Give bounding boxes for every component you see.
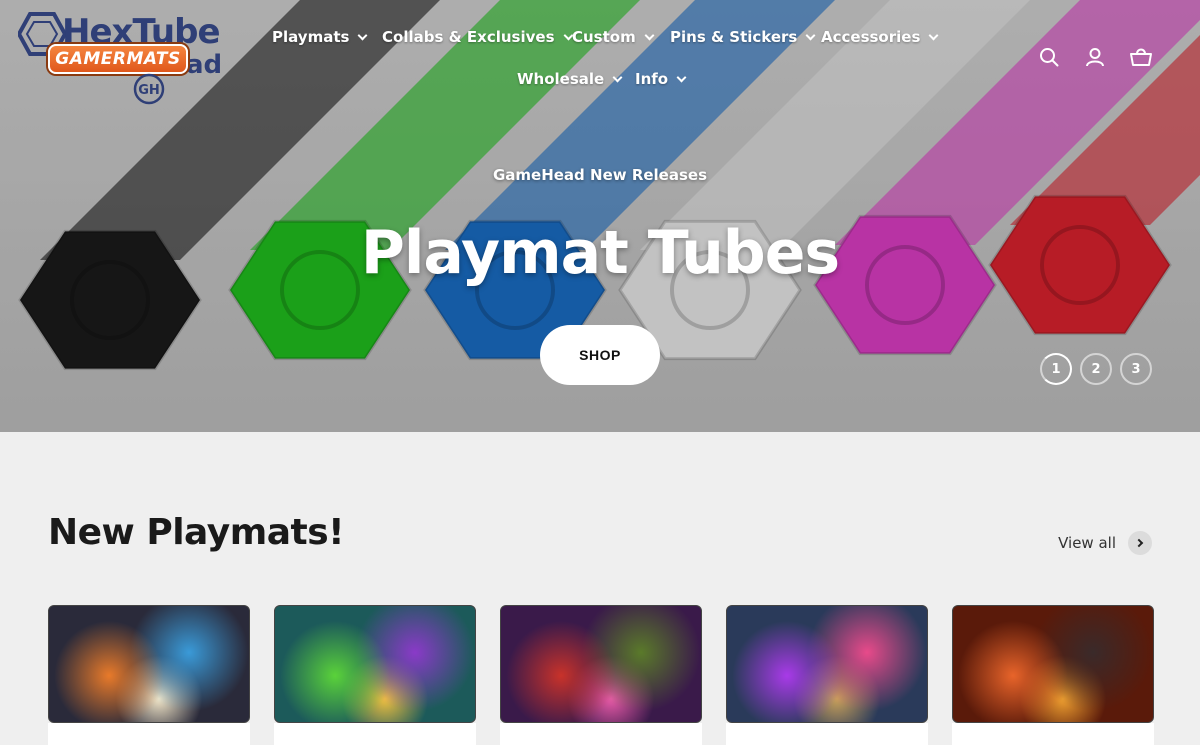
slide-dot-3[interactable]: 3 (1120, 353, 1152, 385)
section-title: New Playmats! (48, 512, 345, 553)
nav-label: Playmats (272, 28, 350, 46)
product-card-footer (726, 723, 928, 745)
shop-button[interactable]: SHOP (540, 325, 660, 385)
chevron-down-icon (928, 30, 939, 40)
nav-label: Wholesale (517, 70, 605, 88)
hero-title: Playmat Tubes (360, 218, 840, 288)
view-all-link[interactable]: View all (1058, 531, 1152, 555)
slide-dot-1[interactable]: 1 (1040, 353, 1072, 385)
search-icon[interactable] (1038, 46, 1060, 68)
product-image[interactable] (500, 605, 702, 723)
nav-item-wholesale[interactable]: Wholesale (517, 67, 623, 91)
product-image[interactable] (274, 605, 476, 723)
nav-label: Collabs & Exclusives (382, 28, 555, 46)
product-card-footer (500, 723, 702, 745)
chevron-down-icon (612, 72, 623, 82)
arrow-right-icon (1128, 531, 1152, 555)
product-card-footer (274, 723, 476, 745)
hero-subtitle: GameHead New Releases (492, 166, 708, 184)
cart-icon[interactable] (1130, 46, 1152, 68)
chevron-down-icon (644, 30, 655, 40)
nav-item-collabs[interactable]: Collabs & Exclusives (382, 25, 573, 49)
product-card[interactable] (48, 605, 250, 745)
view-all-label: View all (1058, 534, 1116, 552)
account-icon[interactable] (1084, 46, 1106, 68)
nav-item-playmats[interactable]: Playmats (272, 25, 368, 49)
nav-label: Accessories (821, 28, 921, 46)
nav-item-accessories[interactable]: Accessories (821, 25, 939, 49)
product-card-footer (952, 723, 1154, 745)
product-image[interactable] (726, 605, 928, 723)
slide-pagination: 1 2 3 (1040, 353, 1152, 385)
nav-label: Custom (572, 28, 636, 46)
product-card-footer (48, 723, 250, 745)
chevron-down-icon (357, 30, 368, 40)
chevron-down-icon (676, 72, 687, 82)
product-card[interactable] (274, 605, 476, 745)
main-nav: Playmats Collabs & Exclusives Custom Pin… (0, 0, 1200, 100)
product-image[interactable] (952, 605, 1154, 723)
nav-item-custom[interactable]: Custom (572, 25, 655, 49)
nav-label: Pins & Stickers (670, 28, 798, 46)
product-image[interactable] (48, 605, 250, 723)
nav-item-pins-stickers[interactable]: Pins & Stickers (670, 25, 816, 49)
nav-label: Info (635, 70, 669, 88)
product-grid (48, 605, 1154, 745)
header-actions (1038, 46, 1152, 68)
slide-dot-2[interactable]: 2 (1080, 353, 1112, 385)
product-card[interactable] (500, 605, 702, 745)
product-card[interactable] (726, 605, 928, 745)
product-card[interactable] (952, 605, 1154, 745)
nav-item-info[interactable]: Info (635, 67, 687, 91)
chevron-down-icon (805, 30, 816, 40)
